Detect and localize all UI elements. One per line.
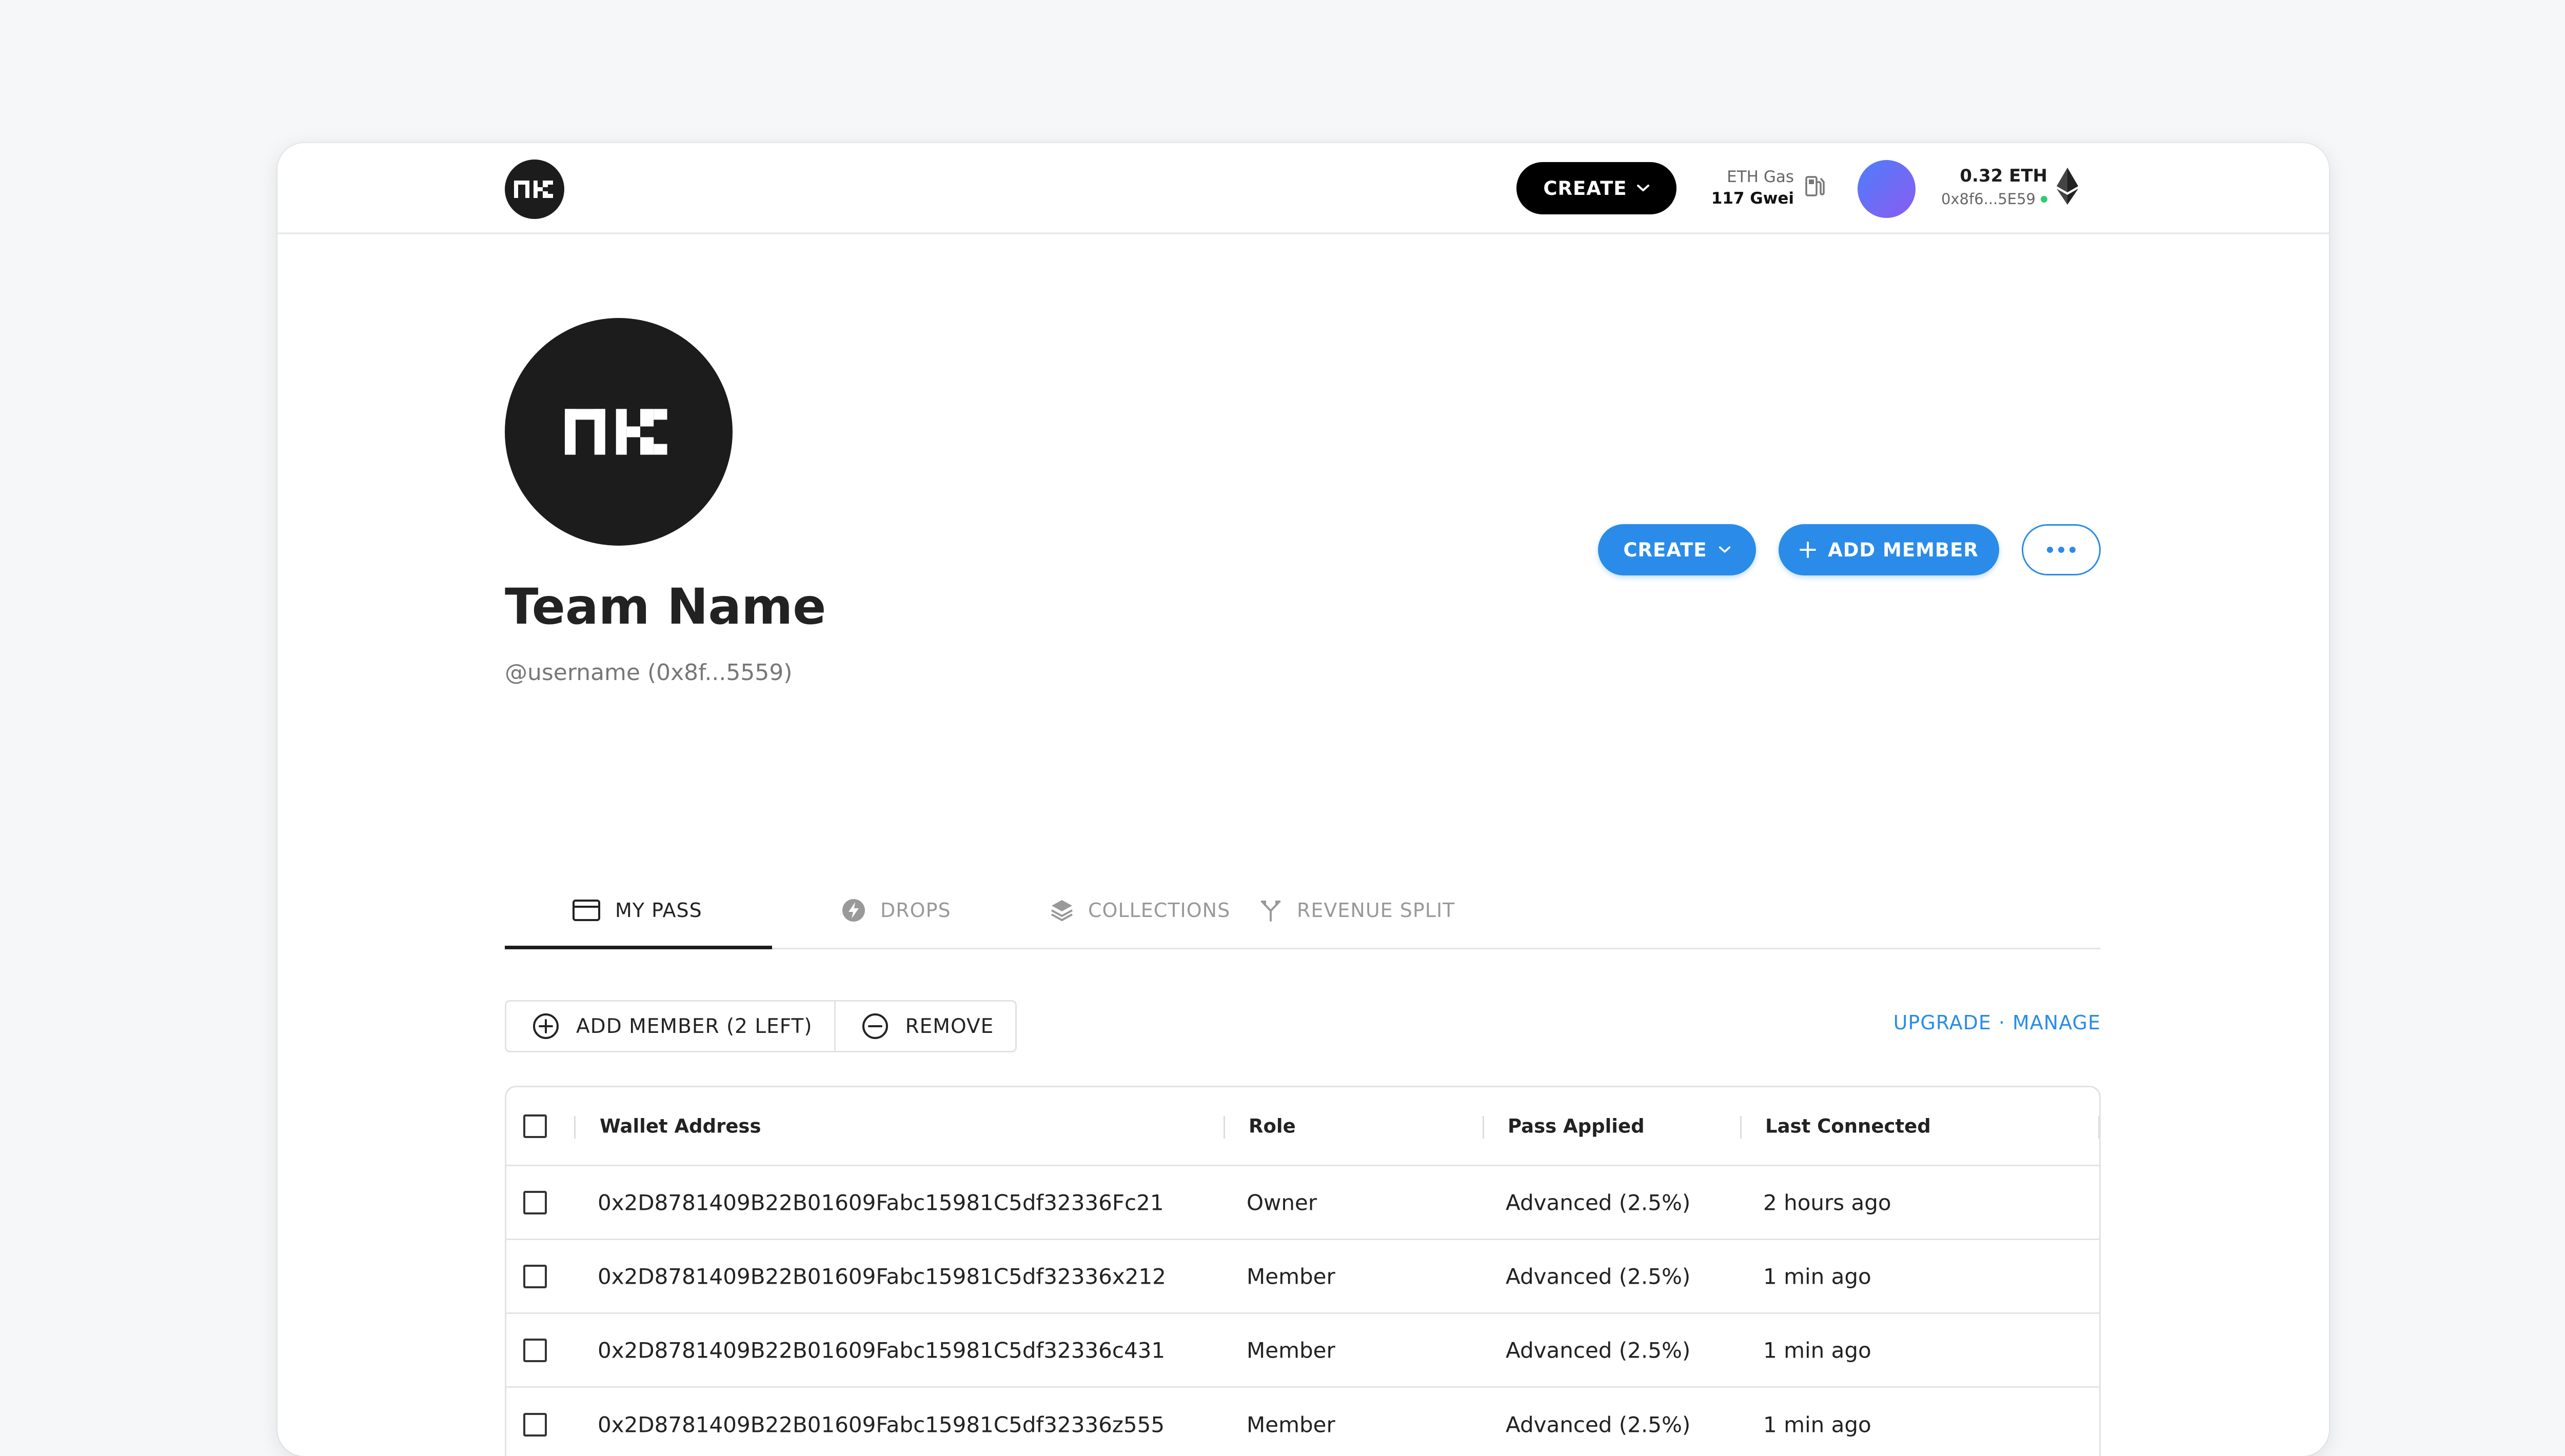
ethereum-icon: [2057, 168, 2078, 205]
split-icon: [1261, 901, 1280, 922]
bolt-icon: [842, 899, 865, 922]
eth-balance: 0.32 ETH: [1960, 166, 2047, 186]
manage-link[interactable]: MANAGE: [2012, 1011, 2101, 1034]
team-username: @username (0x8f...5559): [505, 660, 793, 686]
team-avatar: [505, 318, 733, 546]
tab-drops[interactable]: DROPS: [841, 871, 951, 949]
role-cell: Owner: [1247, 1190, 1317, 1215]
column-header-last-connected[interactable]: Last Connected: [1765, 1115, 1931, 1137]
role-cell: Member: [1247, 1338, 1335, 1363]
tab-label: COLLECTIONS: [1088, 899, 1231, 922]
row-checkbox[interactable]: [523, 1338, 547, 1362]
active-tab-indicator: [505, 946, 772, 949]
gas-value: 117 Gwei: [1711, 189, 1794, 208]
wallet-address-cell: 0x2D8781409B22B01609Fabc15981C5df32336Fc…: [598, 1190, 1164, 1215]
plus-circle-icon: [533, 1013, 559, 1039]
upgrade-link[interactable]: UPGRADE: [1893, 1011, 1991, 1034]
plus-icon: [1800, 542, 1817, 558]
last-connected-cell: 1 min ago: [1763, 1412, 1871, 1438]
tab-label: DROPS: [880, 899, 951, 922]
more-dots-icon: [2047, 547, 2053, 553]
table-row[interactable]: 0x2D8781409B22B01609Fabc15981C5df32336x2…: [506, 1240, 2099, 1314]
minus-circle-icon: [862, 1013, 888, 1039]
profile-tabs: MY PASS DROPS COLLECTIONS REVENUE SPLIT: [505, 871, 2101, 949]
last-connected-cell: 1 min ago: [1763, 1264, 1871, 1289]
column-header-pass[interactable]: Pass Applied: [1508, 1115, 1645, 1137]
card-icon: [573, 900, 600, 921]
table-row[interactable]: 0x2D8781409B22B01609Fabc15981C5df32336Fc…: [506, 1166, 2099, 1240]
create-button[interactable]: CREATE: [1598, 524, 1756, 575]
create-button-label: CREATE: [1623, 538, 1707, 561]
wallet-balance[interactable]: 0.32 ETH 0x8f6...5E59: [1941, 161, 2083, 217]
member-actions: ADD MEMBER (2 LEFT) REMOVE: [505, 1000, 1017, 1052]
wallet-address-cell: 0x2D8781409B22B01609Fabc15981C5df32336z5…: [598, 1412, 1165, 1438]
pass-applied-cell: Advanced (2.5%): [1506, 1264, 1691, 1289]
pass-applied-cell: Advanced (2.5%): [1506, 1412, 1691, 1438]
members-table: Wallet Address Role Pass Applied Last Co…: [505, 1086, 2101, 1456]
tab-label: REVENUE SPLIT: [1297, 899, 1455, 922]
chevron-down-icon: [1719, 546, 1730, 553]
add-member-button[interactable]: ADD MEMBER: [1779, 524, 1999, 575]
gas-label: ETH Gas: [1727, 168, 1794, 186]
chevron-down-icon: [1636, 185, 1649, 191]
wallet-address-cell: 0x2D8781409B22B01609Fabc15981C5df32336x2…: [598, 1264, 1166, 1289]
app-window: CREATE ETH Gas 117 Gwei 0.32 ETH 0x8f6..…: [278, 143, 2329, 1456]
table-header-row: Wallet Address Role Pass Applied Last Co…: [506, 1087, 2099, 1166]
pass-applied-cell: Advanced (2.5%): [1506, 1190, 1691, 1215]
last-connected-cell: 1 min ago: [1763, 1338, 1871, 1363]
table-row[interactable]: 0x2D8781409B22B01609Fabc15981C5df32336z5…: [506, 1388, 2099, 1456]
create-button-label: CREATE: [1543, 177, 1627, 200]
more-options-button[interactable]: [2022, 524, 2101, 575]
last-connected-cell: 2 hours ago: [1763, 1190, 1891, 1215]
select-all-checkbox[interactable]: [523, 1114, 547, 1138]
brand-logo[interactable]: [505, 159, 564, 219]
tab-my-pass[interactable]: MY PASS: [572, 871, 702, 949]
page-title: Team Name: [505, 578, 826, 635]
add-member-slot-button[interactable]: ADD MEMBER (2 LEFT): [506, 1002, 834, 1051]
wallet-address-cell: 0x2D8781409B22B01609Fabc15981C5df32336c4…: [598, 1338, 1166, 1363]
upgrade-manage-links: UPGRADE · MANAGE: [1893, 1011, 2101, 1034]
logo-mark-icon: [565, 409, 667, 455]
pass-applied-cell: Advanced (2.5%): [1506, 1338, 1691, 1363]
remove-button[interactable]: REMOVE: [834, 1002, 1016, 1051]
wallet-address: 0x8f6...5E59: [1941, 190, 2047, 208]
online-status-dot: [2041, 195, 2047, 203]
link-separator: ·: [1998, 1011, 2005, 1034]
wallet-address-text: 0x8f6...5E59: [1941, 190, 2036, 208]
fuel-pump-icon: [1805, 176, 1825, 196]
role-cell: Member: [1247, 1264, 1335, 1289]
row-checkbox[interactable]: [523, 1413, 547, 1437]
column-header-role[interactable]: Role: [1249, 1115, 1296, 1137]
tab-label: MY PASS: [615, 899, 702, 922]
eth-gas-indicator: ETH Gas 117 Gwei: [1707, 164, 1830, 215]
user-avatar[interactable]: [1858, 160, 1916, 218]
top-navbar: CREATE ETH Gas 117 Gwei 0.32 ETH 0x8f6..…: [278, 143, 2329, 234]
tab-collections[interactable]: COLLECTIONS: [1050, 871, 1230, 949]
remove-label: REMOVE: [905, 1014, 994, 1038]
row-checkbox[interactable]: [523, 1264, 547, 1288]
add-member-slot-label: ADD MEMBER (2 LEFT): [576, 1014, 813, 1038]
table-row[interactable]: 0x2D8781409B22B01609Fabc15981C5df32336c4…: [506, 1314, 2099, 1388]
create-dropdown-button[interactable]: CREATE: [1516, 162, 1676, 214]
logo-mark-icon: [514, 181, 553, 198]
layers-icon: [1051, 900, 1073, 921]
column-header-wallet[interactable]: Wallet Address: [600, 1115, 761, 1137]
tab-revenue-split[interactable]: REVENUE SPLIT: [1259, 871, 1455, 949]
row-checkbox[interactable]: [523, 1190, 547, 1214]
role-cell: Member: [1247, 1412, 1335, 1438]
add-member-label: ADD MEMBER: [1828, 538, 1979, 561]
